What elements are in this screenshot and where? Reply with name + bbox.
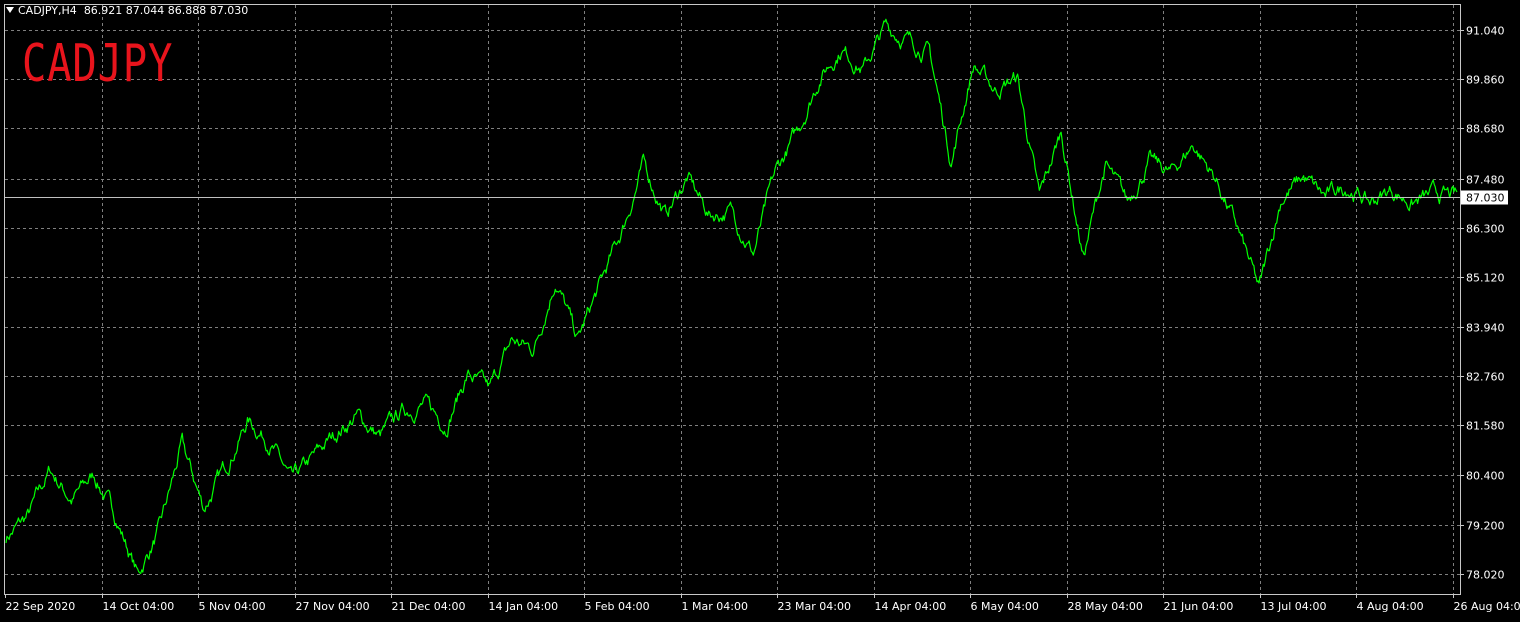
price-series bbox=[5, 18, 1458, 575]
symbol-watermark: CADJPY bbox=[22, 34, 174, 94]
y-tick-label: 91.040 bbox=[1466, 25, 1505, 38]
x-axis: 22 Sep 2020 14 Oct 04:00 5 Nov 04:00 27 Nov… bbox=[5, 594, 1520, 613]
y-tick-label: 87.480 bbox=[1466, 174, 1505, 187]
y-tick-label: 82.760 bbox=[1466, 371, 1505, 384]
chart-grid bbox=[5, 5, 1460, 594]
dropdown-arrow-icon[interactable] bbox=[6, 7, 14, 13]
y-tick-label: 80.400 bbox=[1466, 470, 1505, 483]
x-tick-label: 13 Jul 04:00 bbox=[1261, 600, 1327, 613]
y-axis: 91.040 89.860 88.680 87.480 86.300 85.120 83.9… bbox=[1460, 25, 1505, 582]
y-tick-label: 81.580 bbox=[1466, 420, 1505, 433]
chart-header: CADJPY,H4 86.921 87.044 86.888 87.030 bbox=[6, 4, 248, 17]
x-tick-label: 14 Jan 04:00 bbox=[489, 600, 559, 613]
x-tick-label: 4 Aug 04:00 bbox=[1357, 600, 1424, 613]
x-tick-label: 1 Mar 04:00 bbox=[682, 600, 748, 613]
x-tick-label: 14 Apr 04:00 bbox=[875, 600, 947, 613]
y-tick-label: 88.680 bbox=[1466, 123, 1505, 136]
x-tick-label: 26 Aug 04:00 bbox=[1454, 600, 1520, 613]
price-chart[interactable]: 87.030 91.040 89.860 88.680 87.480 86.300 85.… bbox=[0, 0, 1520, 622]
x-tick-label: 6 May 04:00 bbox=[971, 600, 1039, 613]
x-tick-label: 27 Nov 04:00 bbox=[296, 600, 370, 613]
x-tick-label: 28 May 04:00 bbox=[1068, 600, 1143, 613]
price-line bbox=[5, 18, 1458, 575]
y-tick-label: 85.120 bbox=[1466, 272, 1505, 285]
y-tick-label: 83.940 bbox=[1466, 322, 1505, 335]
current-price-line: 87.030 bbox=[5, 190, 1508, 205]
x-tick-label: 23 Mar 04:00 bbox=[778, 600, 851, 613]
plot-frame bbox=[4, 4, 1461, 595]
y-tick-label: 86.300 bbox=[1466, 223, 1505, 236]
y-tick-label: 78.020 bbox=[1466, 569, 1505, 582]
x-tick-label: 5 Feb 04:00 bbox=[585, 600, 650, 613]
y-tick-label: 89.860 bbox=[1466, 74, 1505, 87]
x-tick-label: 21 Jun 04:00 bbox=[1164, 600, 1234, 613]
x-tick-label: 21 Dec 04:00 bbox=[392, 600, 466, 613]
current-price-label: 87.030 bbox=[1466, 192, 1505, 205]
x-tick-label: 5 Nov 04:00 bbox=[199, 600, 266, 613]
x-tick-label: 22 Sep 2020 bbox=[6, 600, 76, 613]
ohlc-values: 86.921 87.044 86.888 87.030 bbox=[83, 4, 249, 17]
x-tick-label: 14 Oct 04:00 bbox=[103, 600, 175, 613]
y-tick-label: 79.200 bbox=[1466, 520, 1505, 533]
symbol-label: CADJPY,H4 bbox=[18, 4, 77, 17]
